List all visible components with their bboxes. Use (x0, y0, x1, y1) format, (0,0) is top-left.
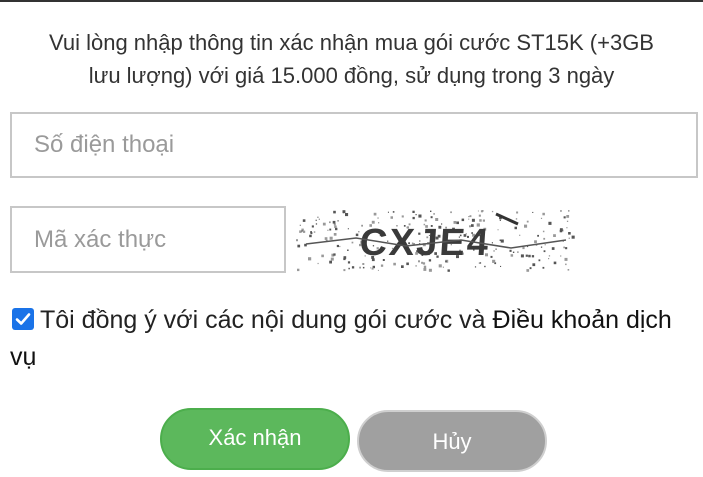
terms-agreement: Tôi đồng ý với các nội dung gói cước và … (10, 302, 690, 376)
agree-checkbox[interactable] (12, 308, 34, 330)
phone-number-input[interactable] (10, 112, 698, 178)
agreement-text: Tôi đồng ý với các nội dung gói cước và (40, 306, 493, 334)
dialog-message: Vui lòng nhập thông tin xác nhận mua gói… (0, 26, 703, 92)
captcha-image: CXJE4 (296, 210, 575, 272)
confirm-button[interactable]: Xác nhận (160, 408, 350, 470)
dialog-message-line-2: lưu lượng) với giá 15.000 đồng, sử dụng … (88, 63, 615, 88)
check-icon (15, 313, 31, 325)
captcha-input[interactable] (10, 206, 286, 273)
confirm-dialog: Vui lòng nhập thông tin xác nhận mua gói… (0, 0, 703, 477)
captcha-text: CXJE4 (358, 222, 491, 264)
dialog-message-line-1: Vui lòng nhập thông tin xác nhận mua gói… (49, 30, 654, 55)
cancel-button[interactable]: Hủy (357, 410, 547, 472)
